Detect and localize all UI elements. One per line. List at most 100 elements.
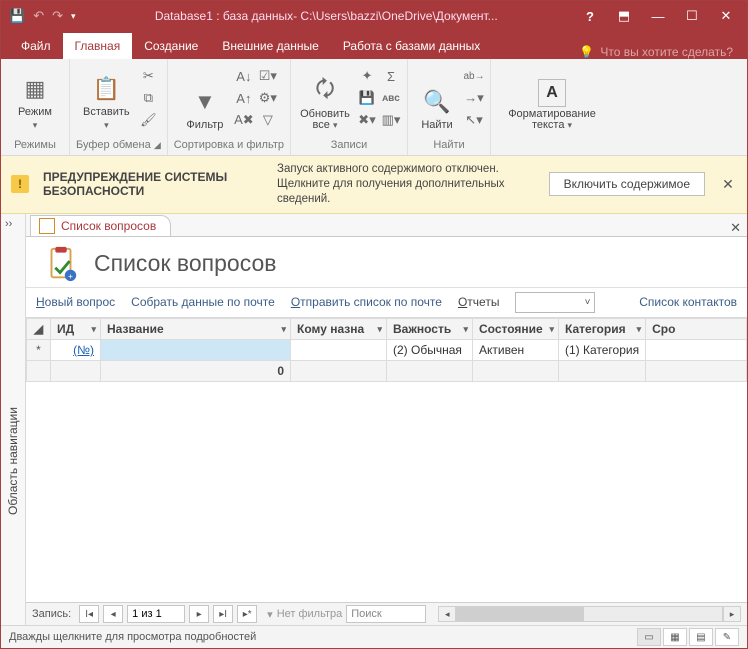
ribbon-tabs: Файл Главная Создание Внешние данные Раб… xyxy=(1,31,747,59)
doc-tab-label: Список вопросов xyxy=(61,219,156,233)
delete-record-icon[interactable]: ✖▾ xyxy=(357,111,377,129)
text-formatting-button[interactable]: А Форматированиетекста ▾ xyxy=(497,63,607,131)
cell-id[interactable]: (№) xyxy=(51,339,101,360)
tab-database-tools[interactable]: Работа с базами данных xyxy=(331,33,492,59)
selection-filter-icon[interactable]: ☑▾ xyxy=(258,67,278,85)
group-records: 🗘 Обновитьвсе ▾ ✦ 💾 ✖▾ Σ ᴀʙᴄ ▥▾ Записи xyxy=(291,59,408,155)
group-views: ▦ Режим ▾ Режимы xyxy=(1,59,70,155)
navigation-pane-collapsed[interactable]: ›› Область навигации xyxy=(1,214,26,625)
group-caption: Найти xyxy=(433,139,464,153)
record-search-input[interactable] xyxy=(346,605,426,623)
chevron-right-icon: ›› xyxy=(5,218,12,230)
save-icon[interactable]: 💾 xyxy=(9,8,25,24)
horizontal-scrollbar[interactable]: ◂ ▸ xyxy=(438,606,741,622)
qat-customize-icon[interactable]: ▾ xyxy=(71,11,76,22)
ribbon-display-icon[interactable]: ⬒ xyxy=(609,5,639,27)
maximize-button[interactable]: ☐ xyxy=(677,5,707,27)
dismiss-warning-button[interactable]: ✕ xyxy=(719,176,737,193)
help-icon[interactable]: ? xyxy=(575,5,605,27)
copy-icon[interactable]: ⧉ xyxy=(138,89,158,107)
design-view-button[interactable]: ✎ xyxy=(715,628,739,646)
new-record-nav-button[interactable]: ▸* xyxy=(237,605,257,623)
enable-content-button[interactable]: Включить содержимое xyxy=(549,172,705,196)
filter-button[interactable]: ▼ Фильтр xyxy=(180,63,230,131)
more-records-icon[interactable]: ▥▾ xyxy=(381,111,401,129)
minimize-button[interactable]: — xyxy=(643,5,673,27)
cell-due[interactable] xyxy=(646,339,747,360)
format-painter-icon[interactable]: 🖌 xyxy=(138,111,158,129)
scroll-right-button[interactable]: ▸ xyxy=(723,606,741,622)
totals-icon[interactable]: Σ xyxy=(381,67,401,85)
layout-view-button[interactable]: ▤ xyxy=(689,628,713,646)
cmd-collect-email[interactable]: Собрать данные по почте xyxy=(131,295,275,309)
tell-me[interactable]: 💡 Что вы хотите сделать? xyxy=(579,45,747,59)
form-icon xyxy=(39,218,55,234)
cmd-send-email[interactable]: Отправить список по почте xyxy=(291,295,442,309)
toggle-filter-icon[interactable]: ▽ xyxy=(258,111,278,129)
row-selector[interactable]: * xyxy=(27,339,51,360)
goto-icon[interactable]: →▾ xyxy=(464,89,484,107)
chevron-down-icon: ▾ xyxy=(33,120,38,131)
record-position-input[interactable] xyxy=(127,605,185,623)
col-id[interactable]: ИД▾ xyxy=(51,318,101,339)
undo-icon[interactable]: ↶ xyxy=(33,8,44,24)
tab-file[interactable]: Файл xyxy=(9,33,63,59)
select-all-cell[interactable]: ◢ xyxy=(27,318,51,339)
header-row: ◢ ИД▾ Название▾ Кому назна▾ Важность▾ Со… xyxy=(27,318,747,339)
col-due[interactable]: Сро xyxy=(646,318,747,339)
new-record-row[interactable]: * (№) (2) Обычная Активен (1) Категория xyxy=(27,339,747,360)
save-record-icon[interactable]: 💾 xyxy=(357,89,377,107)
cell-priority[interactable]: (2) Обычная xyxy=(387,339,473,360)
advanced-filter-icon[interactable]: ⚙▾ xyxy=(258,89,278,107)
cell-state[interactable]: Активен xyxy=(473,339,559,360)
sort-desc-icon[interactable]: A↑ xyxy=(234,89,254,107)
replace-icon[interactable]: ab→ xyxy=(464,67,484,85)
find-button[interactable]: 🔍 Найти xyxy=(414,63,460,131)
col-priority[interactable]: Важность▾ xyxy=(387,318,473,339)
first-record-button[interactable]: I◂ xyxy=(79,605,99,623)
close-doc-button[interactable]: ✕ xyxy=(730,220,741,236)
cut-icon[interactable]: ✂ xyxy=(138,67,158,85)
group-find: 🔍 Найти ab→ →▾ ↖▾ Найти xyxy=(408,59,491,155)
select-icon[interactable]: ↖▾ xyxy=(464,111,484,129)
next-record-button[interactable]: ▸ xyxy=(189,605,209,623)
cell-name[interactable] xyxy=(101,339,291,360)
cell-category[interactable]: (1) Категория xyxy=(559,339,646,360)
record-label: Запись: xyxy=(32,608,71,620)
new-record-icon[interactable]: ✦ xyxy=(357,67,377,85)
paste-button[interactable]: 📋 Вставить ▾ xyxy=(78,63,134,131)
redo-icon[interactable]: ↷ xyxy=(52,8,63,24)
tab-home[interactable]: Главная xyxy=(63,33,133,59)
view-button[interactable]: ▦ Режим ▾ xyxy=(7,63,63,131)
cmd-contact-list[interactable]: Список контактов xyxy=(639,295,737,309)
cmd-new-issue[interactable]: Новый вопрос xyxy=(36,295,115,309)
datasheet-view-button[interactable]: ▦ xyxy=(663,628,687,646)
group-sort-filter: ▼ Фильтр A↓ A↑ A✖ ☑▾ ⚙▾ ▽ Сортировка и ф… xyxy=(168,59,291,155)
clear-sort-icon[interactable]: A✖ xyxy=(234,111,254,129)
tab-create[interactable]: Создание xyxy=(132,33,210,59)
col-name[interactable]: Название▾ xyxy=(101,318,291,339)
prev-record-button[interactable]: ◂ xyxy=(103,605,123,623)
doc-tab-issues-list[interactable]: Список вопросов xyxy=(30,215,171,236)
issues-table: ◢ ИД▾ Название▾ Кому назна▾ Важность▾ Со… xyxy=(26,318,747,382)
spelling-icon[interactable]: ᴀʙᴄ xyxy=(381,89,401,107)
last-record-button[interactable]: ▸I xyxy=(213,605,233,623)
record-navigator: Запись: I◂ ◂ ▸ ▸I ▸* ▾Нет фильтра ◂ ▸ xyxy=(26,602,747,625)
scroll-left-button[interactable]: ◂ xyxy=(438,606,456,622)
reports-combo[interactable]: ˅ xyxy=(515,292,595,313)
grid-scroll[interactable]: ◢ ИД▾ Название▾ Кому назна▾ Важность▾ Со… xyxy=(26,318,747,602)
chevron-down-icon: ▾ xyxy=(104,120,109,131)
col-assigned[interactable]: Кому назна▾ xyxy=(291,318,387,339)
close-button[interactable]: ✕ xyxy=(711,5,741,27)
titlebar: 💾 ↶ ↷ ▾ Database1 : база данных- C:\User… xyxy=(1,1,747,31)
col-category[interactable]: Категория▾ xyxy=(559,318,646,339)
status-bar: Дважды щелкните для просмотра подробност… xyxy=(1,625,747,648)
sort-asc-icon[interactable]: A↓ xyxy=(234,67,254,85)
refresh-all-button[interactable]: 🗘 Обновитьвсе ▾ xyxy=(297,63,353,131)
form-header: + Список вопросов xyxy=(26,237,747,288)
tab-external-data[interactable]: Внешние данные xyxy=(210,33,331,59)
totals-count: 0 xyxy=(101,360,291,381)
cell-assigned[interactable] xyxy=(291,339,387,360)
form-view-button[interactable]: ▭ xyxy=(637,628,661,646)
col-state[interactable]: Состояние▾ xyxy=(473,318,559,339)
